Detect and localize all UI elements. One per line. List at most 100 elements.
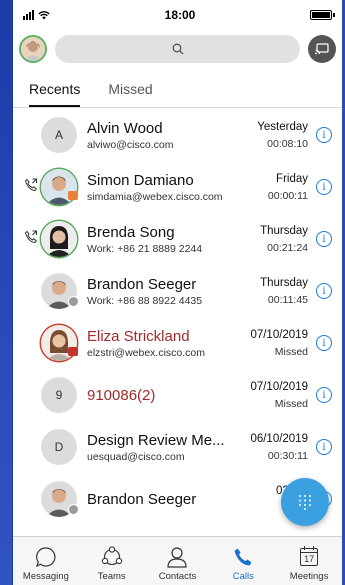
calendar-icon: 17 bbox=[300, 546, 319, 566]
phone-screen: 18:00 Recents Missed A Alvin Wood alviwo… bbox=[13, 0, 342, 585]
tab-bar: Recents Missed bbox=[13, 68, 342, 108]
contact-name: Brenda Song bbox=[87, 223, 175, 241]
call-meta: 07/10/2019 Missed bbox=[250, 381, 308, 410]
my-avatar[interactable] bbox=[19, 35, 47, 63]
dialpad-button[interactable] bbox=[281, 478, 329, 526]
call-row[interactable]: 9 910086(2) 07/10/2019 Missed i bbox=[13, 369, 342, 421]
call-text: Eliza Strickland elzstri@webex.cisco.com bbox=[87, 328, 270, 359]
contact-name: Eliza Strickland bbox=[87, 327, 190, 345]
nav-label: Contacts bbox=[158, 571, 197, 582]
tab-recents[interactable]: Recents bbox=[29, 81, 81, 107]
teams-icon bbox=[101, 546, 122, 566]
call-date: 06/10/2019 bbox=[250, 432, 308, 445]
status-bar: 18:00 bbox=[13, 0, 342, 30]
wifi-icon bbox=[38, 11, 50, 20]
outgoing-call-icon bbox=[24, 178, 37, 192]
contact-name: 910086(2) bbox=[87, 387, 156, 404]
contact-detail: uesquad@cisco.com bbox=[87, 450, 185, 463]
dialpad-icon bbox=[299, 495, 311, 510]
nav-meetings[interactable]: 17 Meetings bbox=[276, 537, 342, 585]
contact-name: Simon Damiano bbox=[87, 171, 194, 189]
call-status: Missed bbox=[274, 397, 308, 410]
contact-detail: alviwo@cisco.com bbox=[87, 138, 174, 151]
call-list: A Alvin Wood alviwo@cisco.com Yesterday … bbox=[13, 109, 342, 525]
avatar: A bbox=[41, 117, 77, 153]
contact-detail: simdamia@webex.cisco.com bbox=[87, 190, 223, 203]
info-icon[interactable]: i bbox=[316, 231, 332, 247]
info-icon[interactable]: i bbox=[316, 335, 332, 351]
search-icon bbox=[172, 43, 183, 55]
avatar: 9 bbox=[41, 377, 77, 413]
call-duration: 00:00:11 bbox=[267, 189, 308, 202]
info-icon[interactable]: i bbox=[316, 179, 332, 195]
call-text: Brandon Seeger bbox=[87, 491, 270, 508]
nav-label: Messaging bbox=[22, 571, 69, 582]
nav-contacts[interactable]: Contacts bbox=[145, 537, 211, 585]
nav-messaging[interactable]: Messaging bbox=[13, 537, 79, 585]
call-duration: 00:30:11 bbox=[267, 449, 308, 462]
call-date: Thursday bbox=[260, 224, 308, 237]
call-text: Brandon Seeger Work: +86 88 8922 4435 bbox=[87, 276, 270, 307]
call-duration: 00:21:24 bbox=[267, 241, 308, 254]
call-row[interactable]: Brandon Seeger Work: +86 88 8922 4435 Th… bbox=[13, 265, 342, 317]
contact-detail: elzstri@webex.cisco.com bbox=[87, 346, 206, 359]
info-icon[interactable]: i bbox=[316, 127, 332, 143]
call-text: Brenda Song Work: +86 21 8889 2244 bbox=[87, 224, 270, 255]
contact-name: Design Review Me... bbox=[87, 431, 225, 449]
call-row[interactable]: A Alvin Wood alviwo@cisco.com Yesterday … bbox=[13, 109, 342, 161]
call-date: 07/10/2019 bbox=[250, 380, 308, 393]
phone-icon bbox=[234, 548, 252, 566]
profile-photo-icon bbox=[21, 37, 45, 61]
outgoing-call-icon bbox=[24, 230, 37, 244]
clock-badge bbox=[68, 504, 79, 515]
contact-photo bbox=[41, 221, 77, 257]
contact-detail: Work: +86 88 8922 4435 bbox=[87, 294, 203, 307]
contact-name: Brandon Seeger bbox=[87, 275, 197, 293]
nav-calls[interactable]: Calls bbox=[210, 537, 276, 585]
nav-label: Calls bbox=[232, 571, 254, 582]
search-bar[interactable] bbox=[55, 35, 300, 63]
call-duration: 00:08:10 bbox=[267, 137, 308, 150]
avatar bbox=[41, 221, 77, 257]
presence-badge bbox=[68, 347, 78, 356]
contact-name: Alvin Wood bbox=[87, 119, 163, 137]
call-row[interactable]: Simon Damiano simdamia@webex.cisco.com F… bbox=[13, 161, 342, 213]
call-row[interactable]: D Design Review Me... uesquad@cisco.com … bbox=[13, 421, 342, 473]
call-meta: 07/10/2019 Missed bbox=[250, 329, 308, 358]
call-text: 910086(2) bbox=[87, 387, 270, 404]
clock-badge bbox=[68, 296, 79, 307]
cast-button[interactable] bbox=[308, 35, 336, 63]
info-icon[interactable]: i bbox=[316, 283, 332, 299]
info-icon[interactable]: i bbox=[316, 439, 332, 455]
nav-teams[interactable]: Teams bbox=[79, 537, 145, 585]
call-text: Alvin Wood alviwo@cisco.com bbox=[87, 120, 270, 151]
battery-icon bbox=[309, 10, 335, 20]
background-left bbox=[0, 0, 12, 585]
signal-icon bbox=[23, 10, 34, 20]
header bbox=[13, 30, 342, 68]
chat-bubble-icon bbox=[35, 547, 56, 568]
call-row[interactable]: Brenda Song Work: +86 21 8889 2244 Thurs… bbox=[13, 213, 342, 265]
call-meta: Yesterday 00:08:10 bbox=[257, 121, 308, 150]
call-duration: 00:11:45 bbox=[267, 293, 308, 306]
call-meta: Friday 00:00:11 bbox=[268, 173, 308, 202]
call-row[interactable]: Eliza Strickland elzstri@webex.cisco.com… bbox=[13, 317, 342, 369]
presence-badge bbox=[68, 191, 78, 200]
contacts-icon bbox=[167, 547, 188, 568]
call-meta: Thursday 00:11:45 bbox=[260, 277, 308, 306]
calendar-day: 17 bbox=[304, 553, 315, 564]
call-text: Design Review Me... uesquad@cisco.com bbox=[87, 432, 270, 463]
nav-label: Teams bbox=[97, 571, 126, 582]
avatar: D bbox=[41, 429, 77, 465]
call-date: Yesterday bbox=[257, 120, 308, 133]
tab-missed[interactable]: Missed bbox=[108, 81, 152, 107]
contact-name: Brandon Seeger bbox=[87, 491, 197, 508]
call-meta: 06/10/2019 00:30:11 bbox=[250, 433, 308, 462]
info-icon[interactable]: i bbox=[316, 387, 332, 403]
call-status: Missed bbox=[274, 345, 308, 358]
cast-icon bbox=[315, 43, 329, 55]
contact-detail: Work: +86 21 8889 2244 bbox=[87, 242, 203, 255]
call-date: Friday bbox=[276, 172, 308, 185]
nav-label: Meetings bbox=[289, 571, 329, 582]
bottom-nav: Messaging Teams Contacts Calls 17 Meetin… bbox=[13, 536, 342, 585]
